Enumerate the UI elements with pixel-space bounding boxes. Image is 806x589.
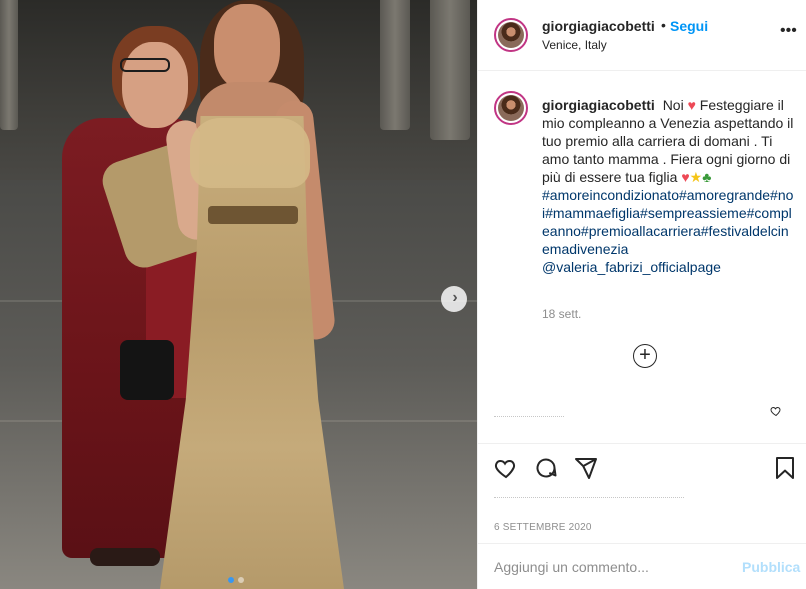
- post-side-panel: giorgiagiacobetti • Segui Venice, Italy …: [477, 0, 806, 589]
- author-username[interactable]: giorgiagiacobetti: [542, 18, 655, 34]
- caption-relative-time: 18 sett.: [542, 307, 582, 321]
- photo-mother-face: [122, 42, 188, 128]
- photo-daughter-face: [214, 4, 280, 90]
- likes-summary: [494, 490, 694, 504]
- photo-handbag: [120, 340, 174, 400]
- star-emoji: ★: [689, 169, 703, 185]
- comments-section: giorgiagiacobetti Noi ♥ Festeggiare il m…: [478, 71, 806, 443]
- post-caption: giorgiagiacobetti Noi ♥ Festeggiare il m…: [542, 96, 794, 276]
- like-heart-icon[interactable]: [494, 456, 518, 485]
- comment-like-icon[interactable]: [770, 405, 782, 420]
- next-slide-button[interactable]: ›: [441, 286, 467, 312]
- load-more-comments-button[interactable]: +: [633, 344, 657, 368]
- photo-mother-feet: [90, 548, 160, 566]
- caption-username[interactable]: giorgiagiacobetti: [542, 97, 655, 113]
- caption-mention[interactable]: @valeria_fabrizi_officialpage: [542, 259, 721, 275]
- more-options-icon[interactable]: •••: [780, 23, 797, 39]
- caption-hashtags[interactable]: #amoreincondizionato#amoregrande#noi#mam…: [542, 187, 793, 257]
- follow-button[interactable]: Segui: [670, 18, 708, 34]
- post-photo[interactable]: ›: [0, 0, 477, 589]
- post-header: giorgiagiacobetti • Segui Venice, Italy …: [478, 0, 806, 71]
- caption-author-avatar[interactable]: [494, 91, 528, 125]
- clover-emoji: ♣: [702, 169, 712, 185]
- avatar-image: [498, 22, 524, 48]
- photo-mother-glasses: [120, 58, 170, 72]
- carousel-indicator: [228, 577, 244, 583]
- photo-daughter-dress-frill: [190, 118, 310, 188]
- heart-emoji: ♥: [681, 169, 690, 185]
- carousel-dot-active: [228, 577, 234, 583]
- post-date: 6 SETTEMBRE 2020: [494, 522, 592, 533]
- post-actions: 6 SETTEMBRE 2020: [478, 443, 806, 543]
- comment-bubble-icon[interactable]: [534, 456, 558, 485]
- plus-circle-icon: +: [639, 344, 651, 366]
- chevron-right-icon: ›: [452, 289, 458, 306]
- photo-column: [0, 0, 18, 130]
- author-avatar[interactable]: [494, 18, 528, 52]
- comment-row: [494, 405, 794, 425]
- header-separator: •: [661, 17, 666, 33]
- post-location[interactable]: Venice, Italy: [542, 38, 607, 52]
- save-bookmark-icon[interactable]: [774, 456, 796, 485]
- likes-placeholder: [494, 490, 684, 498]
- caption-text: Noi: [662, 97, 684, 113]
- share-paper-plane-icon[interactable]: [574, 456, 598, 485]
- photo-column: [430, 0, 470, 140]
- avatar-image: [498, 95, 524, 121]
- add-comment-bar: Pubblica: [478, 543, 806, 589]
- photo-daughter-belt: [208, 206, 298, 224]
- photo-column: [380, 0, 410, 130]
- heart-emoji: ♥: [687, 97, 696, 113]
- publish-button[interactable]: Pubblica: [742, 559, 800, 575]
- carousel-dot: [238, 577, 244, 583]
- comment-placeholder: [494, 407, 564, 417]
- comment-input[interactable]: [494, 557, 724, 577]
